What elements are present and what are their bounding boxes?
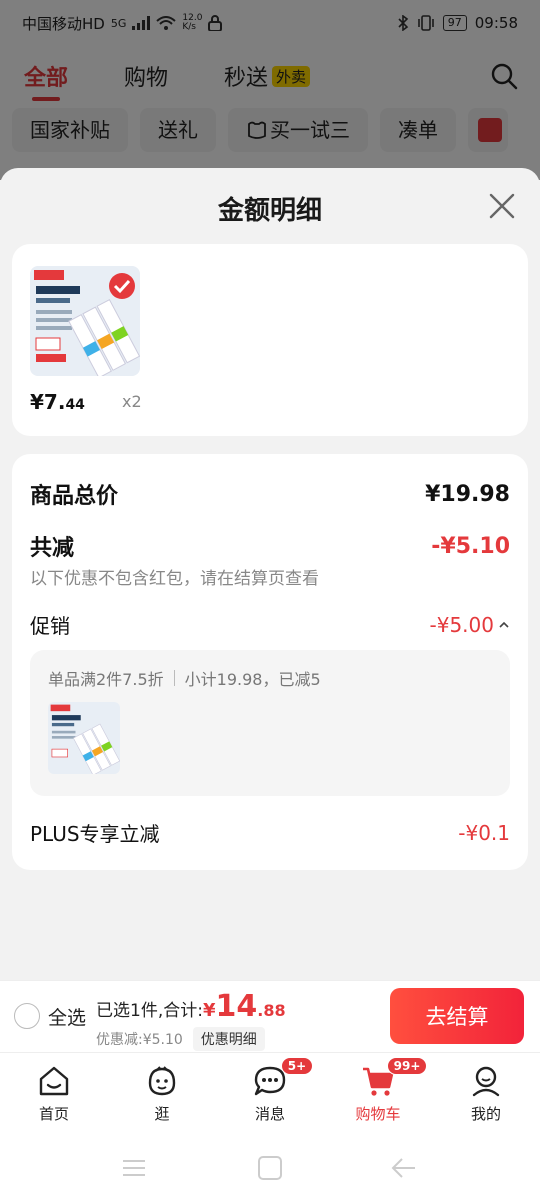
home-square-icon[interactable] (256, 1154, 284, 1182)
plus-label: PLUS专享立减 (30, 822, 160, 846)
nav-item-browse[interactable]: 逛 (108, 1053, 216, 1136)
promo-detail-box: 单品满2件7.5折 小计19.98，已减5 (30, 650, 510, 796)
overlay-dim[interactable] (0, 0, 540, 180)
menu-icon[interactable] (120, 1154, 148, 1182)
summary-card: 商品总价 ¥19.98 共减 -¥5.10 以下优惠不包含红包，请在结算页查看 … (12, 454, 528, 870)
total-amount-dec: .88 (257, 1001, 286, 1020)
items-card: ¥7.44 x2 (12, 244, 528, 436)
total-reduce-row: 共减 -¥5.10 (30, 530, 510, 562)
product-price: ¥7.44 (30, 390, 85, 414)
back-icon[interactable] (390, 1154, 418, 1182)
nav-item-messages[interactable]: 消息 5+ (216, 1053, 324, 1136)
plus-row: PLUS专享立减 -¥0.1 (30, 818, 510, 847)
total-line: 已选1件,合计: ¥ 14 .88 (96, 989, 286, 1024)
nav-label-cart: 购物车 (355, 1105, 401, 1123)
chevron-up-icon[interactable] (498, 619, 510, 631)
promo-value: -¥5.00 (429, 612, 494, 637)
total-reduce-value: -¥5.10 (431, 533, 510, 559)
total-price-row: 商品总价 ¥19.98 (30, 478, 510, 510)
product-price-int: ¥7. (30, 390, 66, 414)
product-price-dec: 44 (65, 397, 85, 413)
amount-detail-sheet: 金额明细 ¥7.44 x2 商品总价 ¥19.98 共减 -¥5.10 以下优惠… (0, 168, 540, 980)
nav-label-messages: 消息 (254, 1105, 285, 1123)
checkout-button[interactable]: 去结算 (390, 988, 524, 1044)
total-price-label: 商品总价 (30, 484, 119, 509)
divider (173, 670, 175, 686)
profile-icon (472, 1066, 500, 1097)
product-image[interactable] (30, 266, 140, 376)
home-icon (39, 1066, 69, 1096)
bottom-nav: 首页 逛 消息 5+ 购物车 99+ 我的 (0, 1052, 540, 1136)
checkout-bar: 全选 已选1件,合计: ¥ 14 .88 优惠减:¥5.10 优惠明细 去结算 (0, 980, 540, 1052)
system-nav-bar (0, 1136, 540, 1200)
cart-badge: 99+ (386, 1057, 428, 1075)
total-amount-int: 14 (215, 989, 258, 1024)
messages-badge: 5+ (280, 1057, 314, 1075)
product-quantity: x2 (122, 392, 142, 411)
nav-label-browse: 逛 (154, 1105, 170, 1123)
promo-product-image[interactable] (48, 702, 120, 774)
plus-value: -¥0.1 (458, 820, 510, 845)
nav-item-cart[interactable]: 购物车 99+ (324, 1053, 432, 1136)
total-currency: ¥ (202, 1000, 216, 1021)
promo-rule-text: 单品满2件7.5折 (48, 670, 164, 689)
promo-row[interactable]: 促销 -¥5.00 (30, 610, 510, 639)
select-all-checkbox[interactable] (14, 1003, 40, 1029)
promo-value-wrap: -¥5.00 (430, 613, 510, 637)
total-reduce-label: 共减 (30, 536, 75, 561)
promo-label: 促销 (30, 614, 70, 638)
discount-note: 以下优惠不包含红包，请在结算页查看 (30, 569, 319, 589)
close-icon[interactable] (488, 192, 516, 220)
nav-item-profile[interactable]: 我的 (432, 1053, 540, 1136)
promo-rule: 单品满2件7.5折 小计19.98，已减5 (48, 666, 321, 690)
sheet-title: 金额明细 (217, 196, 322, 226)
select-all-label[interactable]: 全选 (48, 1003, 86, 1030)
total-price-value: ¥19.98 (425, 481, 510, 507)
nav-label-home: 首页 (38, 1105, 69, 1123)
nav-label-profile: 我的 (470, 1105, 501, 1123)
browse-icon (148, 1066, 176, 1096)
discount-detail-button[interactable]: 优惠明细 (192, 1027, 265, 1051)
selected-text: 已选1件,合计: (96, 1001, 203, 1021)
discount-text: 优惠减:¥5.10 (96, 1032, 183, 1048)
page: 中国移动HD 5G 12.0 K/s 97 09:58 全部 购物 (0, 0, 540, 1200)
discount-line: 优惠减:¥5.10 优惠明细 (96, 1027, 265, 1051)
promo-subtotal: 小计19.98，已减5 (184, 670, 321, 689)
nav-item-home[interactable]: 首页 (0, 1053, 108, 1136)
